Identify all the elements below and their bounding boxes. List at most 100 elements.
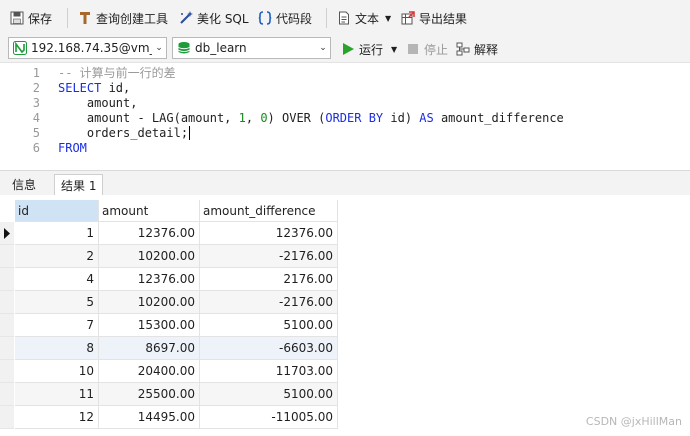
main-toolbar: 保存 查询创建工具 美化 SQL 代码段 文本 ▼ 导出结果	[0, 0, 690, 34]
result-tabs: 信息 结果 1	[0, 170, 690, 197]
code-token: FROM	[58, 141, 87, 155]
run-label: 运行	[359, 42, 384, 57]
code-token: ,	[245, 111, 261, 125]
toolbar-divider	[67, 8, 68, 28]
row-indicator[interactable]	[0, 360, 14, 383]
save-icon	[10, 11, 24, 25]
stop-label: 停止	[424, 42, 449, 57]
table-cell[interactable]: 12376.00	[200, 222, 338, 245]
chevron-down-icon: ⌄	[155, 43, 163, 53]
code-text: -- 计算与前一行的差	[58, 66, 176, 81]
table-cell[interactable]: 8	[15, 337, 99, 360]
code-line[interactable]: 5 orders_detail;	[0, 126, 690, 141]
beautify-sql-label: 美化 SQL	[197, 11, 249, 26]
run-button[interactable]: 运行 ▼	[341, 40, 397, 58]
table-cell[interactable]: 7	[15, 314, 99, 337]
table-cell[interactable]: 20400.00	[99, 360, 200, 383]
code-line[interactable]: 1 -- 计算与前一行的差	[0, 66, 690, 81]
line-number: 6	[32, 141, 40, 155]
row-indicator[interactable]	[0, 337, 14, 360]
table-cell[interactable]: -11005.00	[200, 406, 338, 429]
table-cell[interactable]: 14495.00	[99, 406, 200, 429]
code-text: orders_detail;	[58, 126, 191, 141]
tab-result-1[interactable]: 结果 1	[54, 174, 104, 197]
query-builder-label: 查询创建工具	[96, 11, 169, 26]
save-label: 保存	[28, 11, 53, 26]
code-token: 1	[238, 111, 246, 125]
export-results-button[interactable]: 导出结果	[401, 9, 467, 27]
code-text: SELECT id,	[58, 81, 130, 96]
table-cell[interactable]: 12376.00	[99, 268, 200, 291]
beautify-sql-button[interactable]: 美化 SQL	[179, 9, 249, 27]
code-token: SELECT	[58, 81, 102, 95]
chevron-down-icon: ▼	[391, 44, 398, 54]
row-indicator[interactable]	[0, 245, 14, 268]
table-cell[interactable]: 10200.00	[99, 291, 200, 314]
stop-button[interactable]: 停止	[406, 40, 448, 58]
query-builder-button[interactable]: 查询创建工具	[78, 9, 168, 27]
table-cell[interactable]: 5100.00	[200, 383, 338, 406]
table-cell[interactable]: 5100.00	[200, 314, 338, 337]
table-cell[interactable]: 8697.00	[99, 337, 200, 360]
connection-icon	[13, 41, 27, 55]
code-line[interactable]: 2 SELECT id,	[0, 81, 690, 96]
column-header-amount-difference[interactable]: amount_difference	[200, 200, 338, 222]
row-indicator[interactable]	[0, 383, 14, 406]
query-builder-icon	[78, 11, 92, 25]
code-line[interactable]: 3 amount,	[0, 96, 690, 111]
result-grid: id amount amount_difference CSDN @jxHill…	[0, 195, 690, 436]
table-cell[interactable]: 15300.00	[99, 314, 200, 337]
line-number: 1	[32, 66, 40, 80]
chevron-down-icon: ▼	[385, 13, 392, 23]
table-cell[interactable]: 10200.00	[99, 245, 200, 268]
table-cell[interactable]: 10	[15, 360, 99, 383]
code-snippet-label: 代码段	[276, 11, 313, 26]
table-cell[interactable]: 4	[15, 268, 99, 291]
stop-icon	[406, 42, 420, 56]
column-header-id[interactable]: id	[15, 200, 99, 222]
table-cell[interactable]: -6603.00	[200, 337, 338, 360]
code-line[interactable]: 6 FROM	[0, 141, 690, 156]
row-indicator[interactable]	[0, 222, 14, 245]
table-cell[interactable]: 12	[15, 406, 99, 429]
watermark: CSDN @jxHillMan	[585, 415, 682, 428]
database-icon	[177, 41, 191, 55]
table-cell[interactable]: 2	[15, 245, 99, 268]
code-token: AS	[419, 111, 434, 125]
connection-value: 192.168.74.35@vm_	[31, 41, 152, 55]
row-indicator[interactable]	[0, 406, 14, 429]
code-token: ) OVER (	[267, 111, 326, 125]
table-cell[interactable]: 11	[15, 383, 99, 406]
code-token: 0	[260, 111, 268, 125]
code-token: id)	[383, 111, 420, 125]
document-icon	[337, 11, 351, 25]
table-cell[interactable]: -2176.00	[200, 245, 338, 268]
table-cell[interactable]: -2176.00	[200, 291, 338, 314]
save-button[interactable]: 保存	[10, 9, 52, 27]
table-cell[interactable]: 1	[15, 222, 99, 245]
row-indicator[interactable]	[0, 314, 14, 337]
connection-select[interactable]: 192.168.74.35@vm_ ⌄	[8, 37, 167, 59]
table-cell[interactable]: 2176.00	[200, 268, 338, 291]
code-snippet-button[interactable]: 代码段	[258, 9, 312, 27]
sql-editor[interactable]: 1 -- 计算与前一行的差 2 SELECT id, 3 amount, 4 amount…	[0, 63, 690, 167]
tab-info[interactable]: 信息	[6, 174, 42, 196]
row-indicator[interactable]	[0, 268, 14, 291]
code-line[interactable]: 4 amount - LAG(amount, 1, 0) OVER (ORDER…	[0, 111, 690, 126]
table-cell[interactable]: 5	[15, 291, 99, 314]
column-header-amount[interactable]: amount	[99, 200, 200, 222]
code-text: FROM	[58, 141, 87, 156]
code-token: id,	[101, 81, 131, 95]
code-token: amount_difference	[433, 111, 564, 125]
table-cell[interactable]: 12376.00	[99, 222, 200, 245]
explain-label: 解释	[474, 42, 499, 57]
explain-button[interactable]: 解释	[456, 40, 498, 58]
database-select[interactable]: db_learn ⌄	[172, 37, 331, 59]
row-indicator[interactable]	[0, 291, 14, 314]
text-button[interactable]: 文本 ▼	[337, 9, 391, 27]
database-value: db_learn	[195, 41, 247, 55]
code-token: orders_detail;	[58, 126, 189, 140]
table-cell[interactable]: 25500.00	[99, 383, 200, 406]
play-icon	[341, 42, 355, 56]
table-cell[interactable]: 11703.00	[200, 360, 338, 383]
